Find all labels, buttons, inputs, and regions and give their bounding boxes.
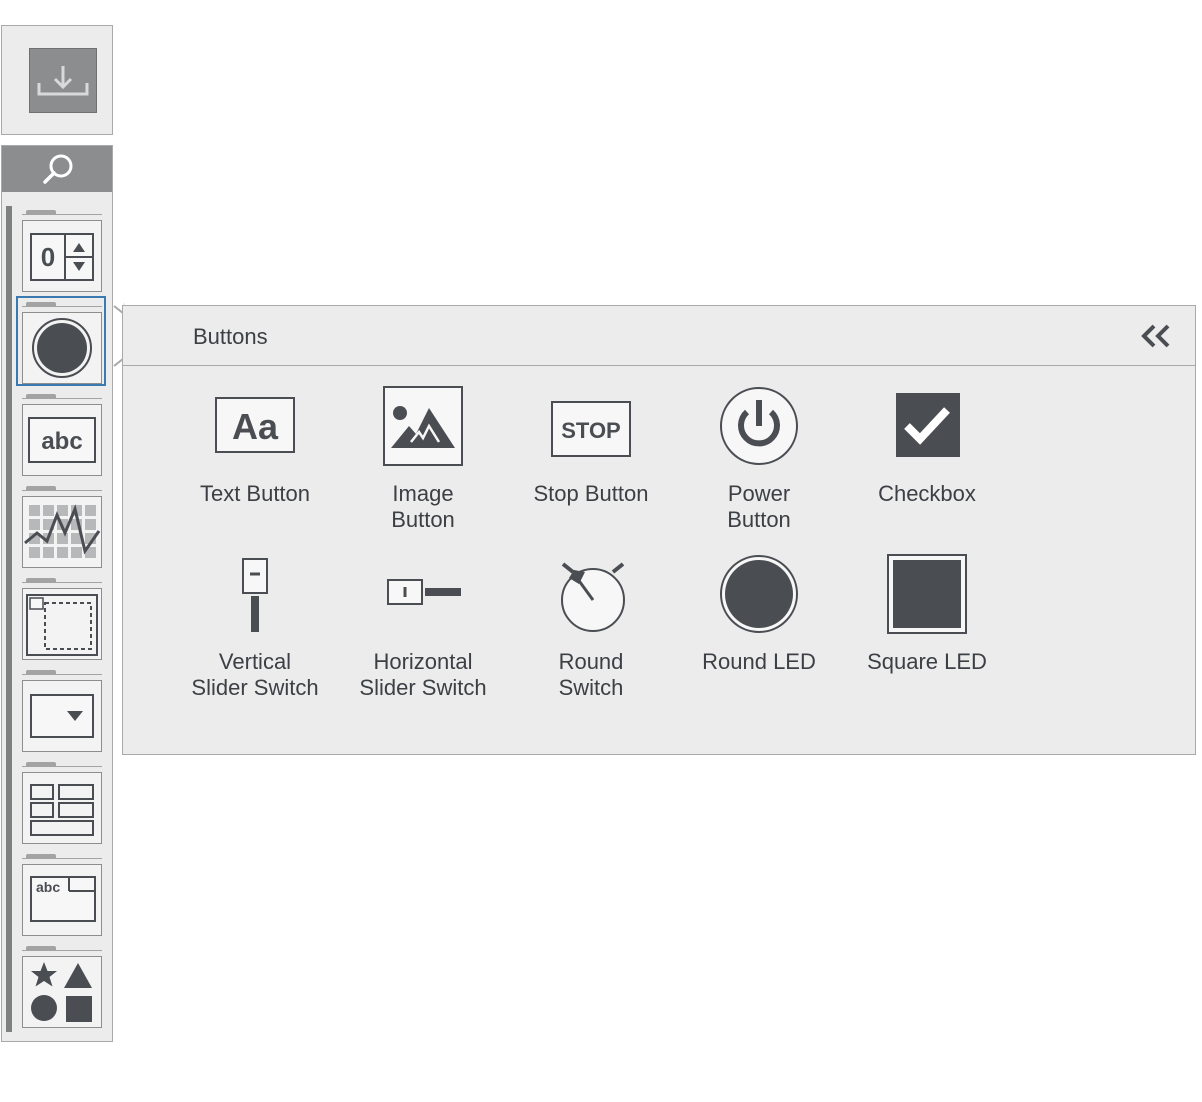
layout-grid-icon (30, 784, 94, 836)
palette-scrollbar[interactable] (6, 206, 12, 1032)
image-button-icon (383, 386, 463, 466)
buttons-panel: Buttons Aa Text Button Image Button STOP… (122, 305, 1196, 755)
horizontal-slider-switch-icon (387, 579, 461, 605)
control-palette: 0 abc abc (1, 145, 113, 1042)
collapse-button[interactable] (1137, 320, 1173, 352)
panel-title: Buttons (193, 324, 268, 349)
category-tile (22, 588, 102, 660)
graph-grid-cell (85, 519, 96, 530)
round-led-icon (720, 555, 798, 633)
panel-header: Buttons (123, 306, 1195, 366)
abc-small-glyph: abc (36, 879, 60, 895)
graph-grid-cell (57, 505, 68, 516)
graph-grid-cell (85, 505, 96, 516)
category-tile (22, 496, 102, 568)
category-tile: abc (22, 404, 102, 476)
graph-grid-cell (57, 533, 68, 544)
item-label: Checkbox (878, 481, 976, 506)
search-button[interactable] (2, 146, 112, 192)
abc-glyph: abc (41, 428, 82, 455)
text-abc-icon: abc (28, 417, 96, 463)
graph-grid-cell (29, 505, 40, 516)
item-label: Image Button (391, 481, 455, 532)
category-tile (22, 680, 102, 752)
triangle-icon (64, 963, 92, 988)
spinner-glyph: 0 (41, 242, 55, 272)
stop-glyph: STOP (561, 418, 621, 443)
square-icon (66, 996, 92, 1022)
download-icon (37, 66, 89, 96)
category-tile (22, 772, 102, 844)
graph-icon (24, 504, 101, 558)
item-label: Square LED (867, 649, 987, 674)
graph-grid-cell (29, 519, 40, 530)
vertical-slider-switch-icon (242, 558, 268, 632)
save-button[interactable] (29, 48, 97, 113)
container-icon (26, 594, 98, 656)
item-label: Round LED (702, 649, 816, 674)
graph-grid-cell (43, 505, 54, 516)
checkbox-icon (896, 393, 960, 457)
aa-glyph: Aa (232, 406, 279, 447)
star-icon (31, 962, 57, 987)
item-label: Text Button (199, 481, 311, 506)
graph-grid-cell (43, 547, 54, 558)
item-label: Round Switch (558, 649, 624, 700)
item-label: Vertical Slider Switch (191, 649, 319, 700)
numeric-spinner-icon: 0 (30, 233, 94, 281)
text-window-icon: abc (30, 876, 96, 922)
category-tile (22, 956, 102, 1028)
item-label: Stop Button (533, 481, 649, 506)
category-tile: 0 (22, 220, 102, 292)
save-panel (1, 25, 113, 135)
stop-button-icon: STOP (551, 401, 631, 457)
square-led-icon (887, 554, 967, 634)
shapes-icon (31, 962, 92, 1022)
power-button-icon (720, 387, 798, 465)
text-button-icon: Aa (215, 397, 295, 453)
graph-grid-cell (57, 547, 68, 558)
category-tile: abc (22, 864, 102, 936)
dropdown-icon (30, 694, 94, 738)
item-label: Power Button (727, 481, 791, 532)
round-switch-icon (561, 562, 625, 632)
double-chevron-left-icon (1141, 324, 1170, 348)
graph-grid-cell (29, 547, 40, 558)
graph-grid-cell (71, 547, 82, 558)
search-icon (43, 154, 73, 184)
item-label: Horizontal Slider Switch (359, 649, 487, 700)
selection-outline (16, 296, 106, 386)
circle-icon (31, 995, 57, 1021)
